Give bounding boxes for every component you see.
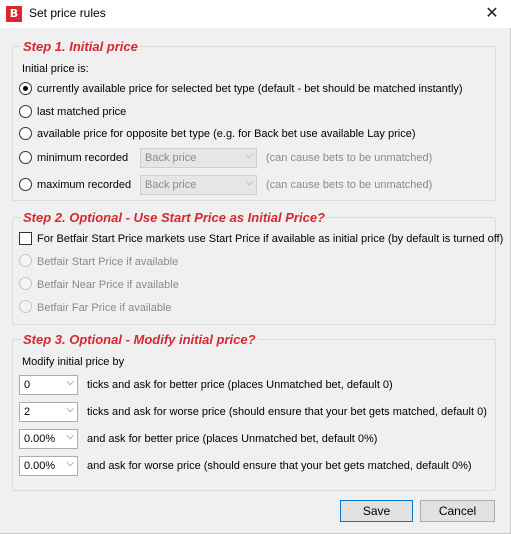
title-bar: B Set price rules ✕ xyxy=(0,0,511,28)
chevron-down-icon: ⌵ xyxy=(66,377,74,388)
radio-betfair-far-price[interactable] xyxy=(19,300,32,313)
maximum-recorded-select-value: Back price xyxy=(145,179,197,191)
maximum-recorded-select[interactable]: Back price ⌵ xyxy=(140,175,257,195)
worse-price-ticks-value: 2 xyxy=(24,406,31,418)
better-price-ticks-value: 0 xyxy=(24,379,31,391)
better-price-percent-value: 0.00% xyxy=(24,433,56,445)
step3-intro: Modify initial price by xyxy=(22,356,125,368)
step3-title: Step 3. Optional - Modify initial price? xyxy=(21,332,258,347)
minimum-recorded-select-value: Back price xyxy=(145,152,197,164)
close-icon[interactable]: ✕ xyxy=(479,2,505,24)
better-price-ticks-label: ticks and ask for better price (places U… xyxy=(87,379,393,391)
use-start-price-checkbox-label[interactable]: For Betfair Start Price markets use Star… xyxy=(37,233,503,245)
better-price-percent-label: and ask for better price (places Unmatch… xyxy=(87,433,378,445)
radio-minimum-recorded-label[interactable]: minimum recorded xyxy=(37,152,128,164)
radio-betfair-start-price[interactable] xyxy=(19,254,32,267)
radio-betfair-start-price-label[interactable]: Betfair Start Price if available xyxy=(37,256,178,268)
worse-price-ticks-select[interactable]: 2 ⌵ xyxy=(19,402,78,422)
window-title: Set price rules xyxy=(29,6,106,20)
worse-price-percent-label: and ask for worse price (should ensure t… xyxy=(87,460,472,472)
better-price-ticks-select[interactable]: 0 ⌵ xyxy=(19,375,78,395)
worse-price-ticks-label: ticks and ask for worse price (should en… xyxy=(87,406,487,418)
radio-current-available-price-label[interactable]: currently available price for selected b… xyxy=(37,83,463,95)
worse-price-percent-select[interactable]: 0.00% ⌵ xyxy=(19,456,78,476)
radio-current-available-price[interactable] xyxy=(19,82,32,95)
set-price-rules-dialog: B Set price rules ✕ Step 1. Initial pric… xyxy=(0,0,511,534)
radio-opposite-bet-type-price[interactable] xyxy=(19,127,32,140)
save-button[interactable]: Save xyxy=(340,500,413,522)
radio-last-matched-price[interactable] xyxy=(19,105,32,118)
worse-price-percent-value: 0.00% xyxy=(24,460,56,472)
chevron-down-icon: ⌵ xyxy=(66,431,74,442)
minimum-recorded-note: (can cause bets to be unmatched) xyxy=(266,152,433,164)
maximum-recorded-note: (can cause bets to be unmatched) xyxy=(266,179,433,191)
chevron-down-icon: ⌵ xyxy=(66,404,74,415)
step1-title: Step 1. Initial price xyxy=(21,39,140,54)
radio-last-matched-price-label[interactable]: last matched price xyxy=(37,106,126,118)
chevron-down-icon: ⌵ xyxy=(245,177,253,188)
radio-betfair-near-price-label[interactable]: Betfair Near Price if available xyxy=(37,279,179,291)
minimum-recorded-select[interactable]: Back price ⌵ xyxy=(140,148,257,168)
use-start-price-checkbox[interactable] xyxy=(19,232,32,245)
radio-betfair-near-price[interactable] xyxy=(19,277,32,290)
radio-opposite-bet-type-price-label[interactable]: available price for opposite bet type (e… xyxy=(37,128,416,140)
better-price-percent-select[interactable]: 0.00% ⌵ xyxy=(19,429,78,449)
step2-title: Step 2. Optional - Use Start Price as In… xyxy=(21,210,327,225)
radio-betfair-far-price-label[interactable]: Betfair Far Price if available xyxy=(37,302,172,314)
radio-maximum-recorded-label[interactable]: maximum recorded xyxy=(37,179,131,191)
app-logo-icon: B xyxy=(6,6,22,22)
cancel-button[interactable]: Cancel xyxy=(420,500,495,522)
radio-minimum-recorded[interactable] xyxy=(19,151,32,164)
step1-intro: Initial price is: xyxy=(22,63,89,75)
radio-maximum-recorded[interactable] xyxy=(19,178,32,191)
chevron-down-icon: ⌵ xyxy=(245,150,253,161)
chevron-down-icon: ⌵ xyxy=(66,458,74,469)
